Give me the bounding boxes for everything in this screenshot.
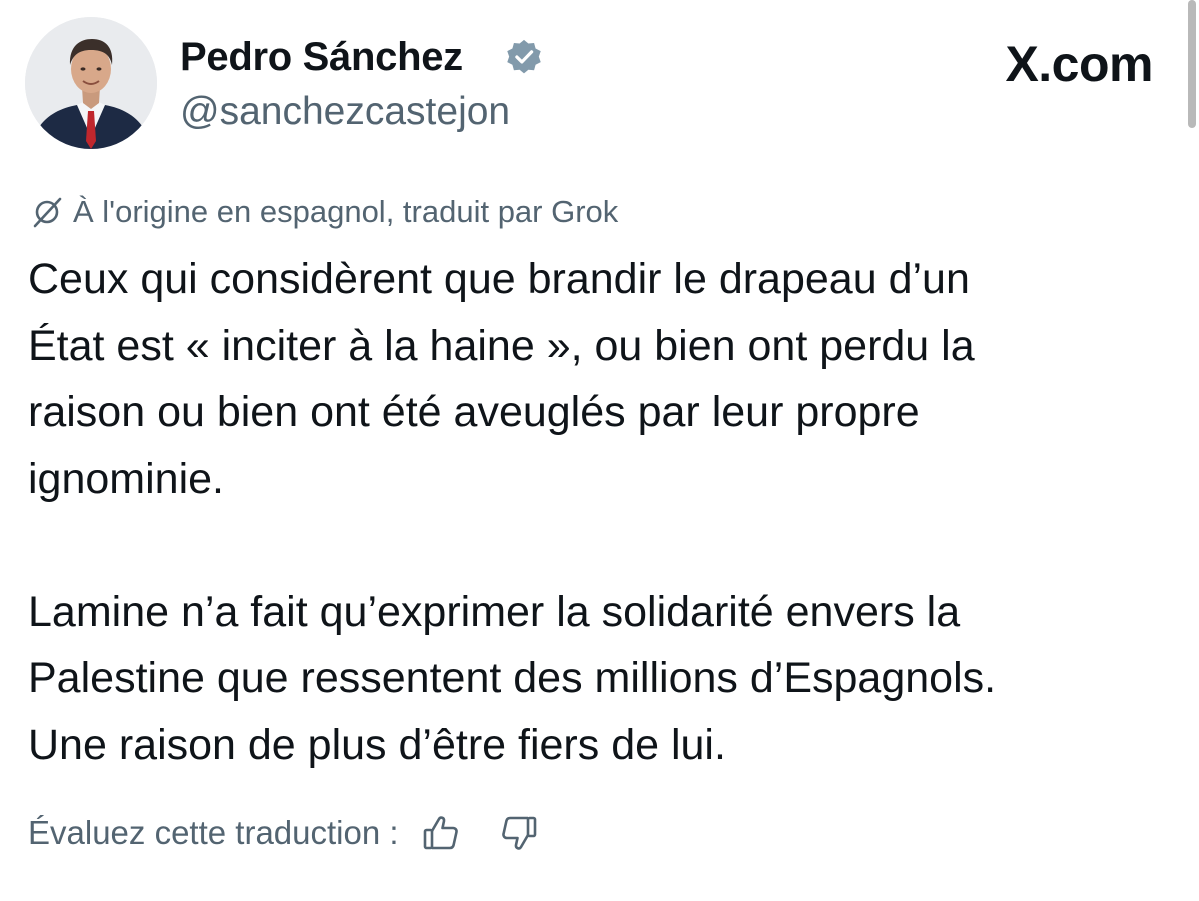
avatar[interactable] xyxy=(25,17,157,149)
tweet-line: Lamine n’a fait qu’exprimer la solidarit… xyxy=(28,587,961,636)
tweet-line: Ceux qui considèrent que brandir le drap… xyxy=(28,255,970,303)
avatar-photo xyxy=(25,17,157,149)
translation-note-label: À l'origine en espagnol, traduit par Gro… xyxy=(73,194,619,229)
tweet-line: Palestine que ressentent des millions d’… xyxy=(28,654,997,702)
scrollbar[interactable] xyxy=(1188,0,1196,128)
thumbs-up-icon[interactable] xyxy=(421,813,461,853)
author-name[interactable]: Pedro Sánchez xyxy=(180,33,463,81)
tweet-line: Une raison de plus d’être fiers de lui. xyxy=(28,720,726,769)
verified-badge-icon xyxy=(507,39,541,74)
tweet-paragraph: Lamine n’a fait qu’exprimer la solidarit… xyxy=(28,579,1178,779)
site-logo: X.com xyxy=(1005,36,1153,92)
tweet-line: État est « inciter à la haine », ou bien… xyxy=(28,321,975,370)
translation-note: À l'origine en espagnol, traduit par Gro… xyxy=(30,192,618,232)
author-handle[interactable]: @sanchezcastejon xyxy=(180,89,510,135)
thumbs-down-icon[interactable] xyxy=(499,813,539,853)
rate-translation-row: Évaluez cette traduction : xyxy=(28,810,539,856)
tweet-paragraph: Ceux qui considèrent que brandir le drap… xyxy=(28,246,1178,512)
tweet-text: Ceux qui considèrent que brandir le drap… xyxy=(28,246,1178,778)
tweet-line: ignominie. xyxy=(28,454,224,503)
tweet-line: raison ou bien ont été aveuglés par leur… xyxy=(28,388,920,436)
rate-translation-label: Évaluez cette traduction : xyxy=(28,814,399,851)
translate-icon xyxy=(33,197,62,228)
